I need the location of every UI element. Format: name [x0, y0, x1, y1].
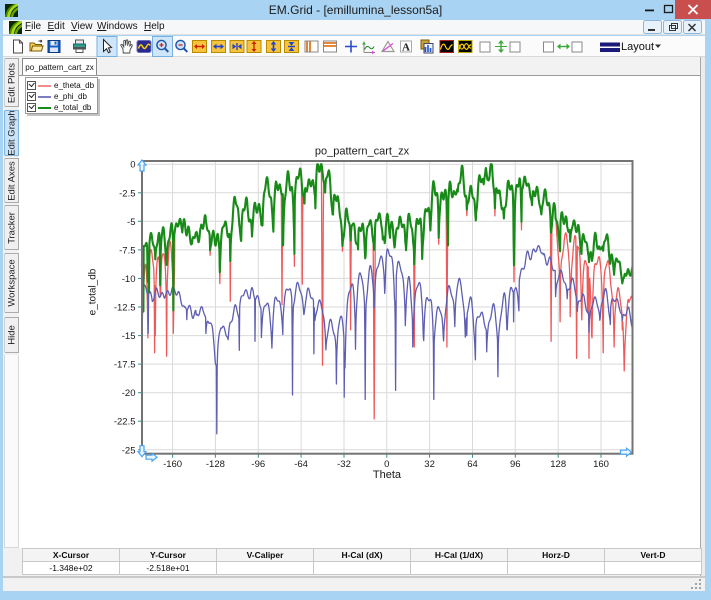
svg-text:-7.5: -7.5 — [119, 245, 135, 256]
svg-text:A: A — [402, 42, 410, 54]
svg-text:64: 64 — [467, 459, 478, 470]
svg-text:e_total_db: e_total_db — [88, 268, 99, 315]
svg-text:0: 0 — [130, 160, 135, 171]
svg-text:96: 96 — [510, 459, 521, 470]
svg-text:128: 128 — [550, 459, 566, 470]
svg-text:160: 160 — [593, 459, 609, 470]
svg-text:-12.5: -12.5 — [114, 303, 136, 314]
svg-text:-64: -64 — [294, 459, 308, 470]
svg-text:Layout: Layout — [621, 41, 654, 53]
svg-text:-25: -25 — [122, 445, 136, 456]
svg-text:32: 32 — [424, 459, 435, 470]
svg-text:-5: -5 — [127, 217, 135, 228]
svg-text:-15: -15 — [122, 331, 136, 342]
svg-text:-32: -32 — [337, 459, 351, 470]
svg-text:-96: -96 — [251, 459, 265, 470]
svg-text:-10: -10 — [122, 274, 136, 285]
svg-text:-22.5: -22.5 — [114, 417, 136, 428]
svg-text:-128: -128 — [206, 459, 225, 470]
svg-text:-20: -20 — [122, 388, 136, 399]
svg-text:-160: -160 — [163, 459, 182, 470]
svg-text:po_pattern_cart_zx: po_pattern_cart_zx — [315, 146, 410, 158]
svg-text:-17.5: -17.5 — [114, 360, 136, 371]
svg-text:-2.5: -2.5 — [119, 188, 135, 199]
svg-text:Theta: Theta — [373, 469, 402, 481]
